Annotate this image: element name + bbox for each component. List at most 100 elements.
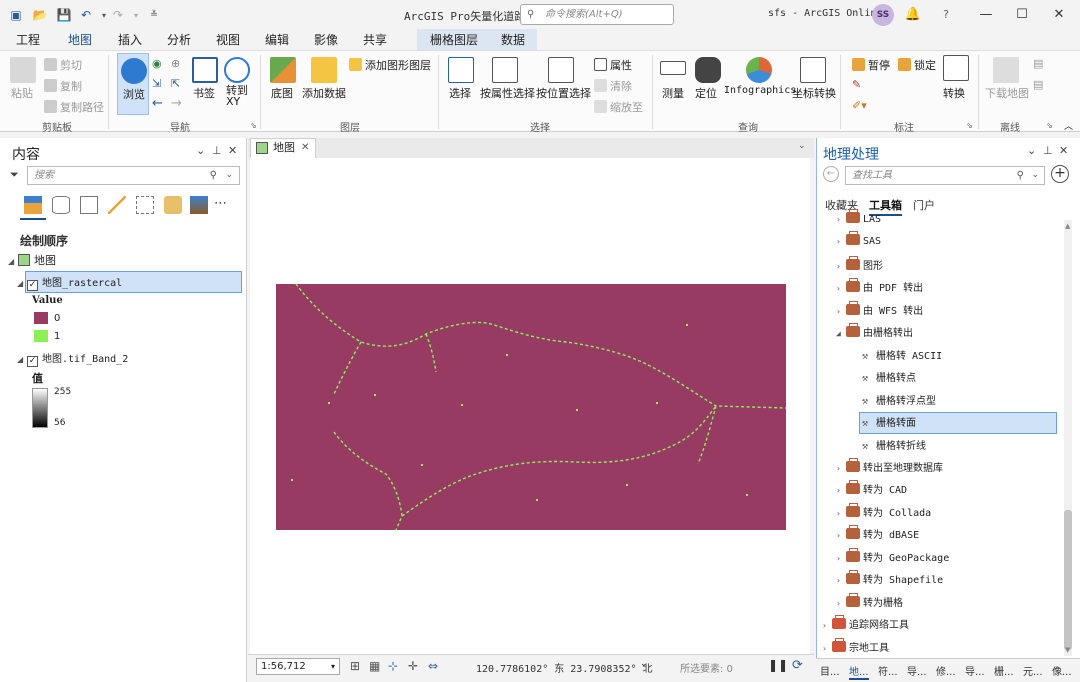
expand-icon[interactable]: › (836, 307, 846, 316)
rotate-icon[interactable]: ✛ (408, 659, 418, 673)
map-node[interactable]: ◢ 地图 (8, 252, 56, 272)
expand-icon[interactable]: › (822, 621, 832, 630)
list-by-perspective-icon[interactable] (190, 196, 208, 214)
close-pane-icon[interactable]: ✕ (228, 144, 237, 157)
layer-rastercal-row[interactable]: ◢ ✓ 地图_rastercal (17, 274, 122, 294)
explore-button[interactable]: 浏览 (117, 53, 149, 115)
tab-toolboxes[interactable]: 工具箱 (869, 197, 902, 216)
customize-quick-access-icon[interactable]: ≚ (146, 7, 162, 23)
pane-tab[interactable]: 栅... (994, 663, 1014, 678)
expand-icon[interactable]: › (836, 486, 846, 495)
locate-button[interactable]: 定位 (695, 85, 717, 101)
map-view-tab[interactable]: 地图 ✕ (250, 138, 316, 158)
pane-options-icon[interactable]: ⌄ (196, 144, 205, 157)
tab-portal[interactable]: 门户 (913, 197, 935, 213)
tab-project[interactable]: 工程 (16, 31, 40, 48)
expand-icon[interactable]: › (836, 531, 846, 540)
full-extent-icon[interactable]: ◉ (152, 57, 162, 70)
toolset-item[interactable]: › 由 WFS 转出 (836, 301, 923, 322)
close-tab-icon[interactable]: ✕ (301, 139, 309, 157)
toolset-item[interactable]: › LAS (836, 209, 881, 232)
contents-search-input[interactable]: 搜索 ⚲ ⌄ (27, 166, 240, 185)
toolset-item[interactable]: › 图形 (836, 256, 883, 277)
clear-selection-button[interactable]: 清除 (594, 78, 632, 94)
layer-visibility-checkbox[interactable]: ✓ (27, 356, 38, 367)
redo-dropdown-icon[interactable]: ▾ (128, 7, 144, 23)
tab-map[interactable]: 地图 (68, 31, 93, 52)
labeling-launcher-icon[interactable]: ⇘ (966, 121, 973, 130)
back-icon[interactable]: ← (823, 166, 839, 182)
scroll-down-icon[interactable]: ▼ (1065, 646, 1070, 654)
raster-layer-display[interactable] (276, 284, 786, 530)
zoom-in-icon[interactable]: ⇲ (152, 77, 161, 90)
toolbox-scrollbar[interactable] (1064, 220, 1072, 656)
scrollbar-thumb[interactable] (1064, 510, 1072, 650)
nav-constraint-icon[interactable]: ⇔ (428, 659, 438, 673)
minimize-icon[interactable]: — (976, 5, 996, 25)
measure-button[interactable]: 测量 (662, 85, 684, 101)
maximize-icon[interactable]: ☐ (1012, 5, 1032, 25)
pause-labels-button[interactable]: 暂停 (852, 57, 890, 73)
list-by-editing-icon[interactable] (108, 196, 126, 214)
remove-offline-icon[interactable]: ▤ (1033, 78, 1043, 91)
pane-tab[interactable]: 修... (936, 663, 956, 678)
paste-button[interactable]: 粘贴 (11, 85, 33, 101)
tab-imagery[interactable]: 影像 (314, 31, 338, 48)
toolset-item[interactable]: › SAS (836, 231, 881, 254)
convert-labels-button[interactable]: 转换 (943, 85, 965, 101)
tool-item[interactable]: ⚒ 栅格转 ASCII (862, 347, 942, 367)
toolset-item[interactable]: › 转为栅格 (836, 593, 903, 614)
select-by-attributes-button[interactable]: 按属性选择 (480, 85, 535, 101)
toolset-item[interactable]: › 转为 dBASE (836, 525, 919, 546)
zoom-out-icon[interactable]: ⇱ (171, 77, 180, 90)
toolset-item[interactable]: › 转为 CAD (836, 480, 907, 501)
collapse-icon[interactable]: ◢ (836, 329, 846, 338)
tab-view[interactable]: 视图 (216, 31, 240, 48)
toolset-item[interactable]: › 转为 Collada (836, 503, 931, 524)
tab-raster-layer[interactable]: 栅格图层 (430, 31, 478, 48)
scroll-up-icon[interactable]: ▲ (1065, 222, 1070, 230)
pane-tab[interactable]: 目... (820, 663, 840, 678)
help-button[interactable]: ? (936, 5, 956, 25)
basemap-button[interactable]: 底图 (271, 85, 293, 101)
collapse-icon[interactable]: ◢ (17, 279, 27, 288)
toolset-item[interactable]: › 转为 GeoPackage (836, 548, 949, 569)
expand-icon[interactable]: › (836, 599, 846, 608)
close-icon[interactable]: ✕ (1049, 5, 1069, 25)
toolset-item[interactable]: ◢ 由栅格转出 (836, 323, 913, 344)
snapping-icon[interactable]: ⊹ (388, 659, 398, 673)
sync-icon[interactable]: ▤ (1033, 57, 1043, 70)
next-extent-icon[interactable]: → (171, 96, 182, 111)
table-icon[interactable]: ▦ (369, 659, 380, 673)
add-icon[interactable]: + (1051, 165, 1069, 183)
zoom-to-selection-button[interactable]: 缩放至 (594, 99, 643, 115)
navigate-launcher-icon[interactable]: ⇘ (250, 121, 257, 130)
refresh-icon[interactable]: ⟳ (792, 658, 803, 673)
open-icon[interactable]: 📂 (32, 7, 48, 23)
attributes-button[interactable]: 属性 (594, 57, 632, 73)
stretch-color-ramp[interactable] (32, 388, 48, 428)
expand-icon[interactable]: › (836, 237, 846, 246)
expand-icon[interactable]: › (836, 284, 846, 293)
bookmarks-button[interactable]: 书签 (193, 85, 215, 101)
toolbox-item[interactable]: › 宗地工具 (822, 638, 889, 659)
toolset-item[interactable]: › 转出至地理数据库 (836, 458, 943, 479)
redo-icon[interactable]: ↷ (110, 7, 126, 23)
select-button[interactable]: 选择 (449, 85, 471, 101)
cut-button[interactable]: 剪切 (44, 57, 82, 73)
tab-list-icon[interactable]: ⌄ (798, 141, 806, 151)
tab-insert[interactable]: 插入 (118, 31, 142, 48)
pane-tab[interactable]: 地... (849, 663, 869, 680)
legend-swatch-1[interactable] (34, 330, 48, 342)
tab-share[interactable]: 共享 (363, 31, 387, 48)
list-by-labeling-icon[interactable] (164, 196, 182, 214)
tab-analysis[interactable]: 分析 (167, 31, 191, 48)
copy-path-button[interactable]: 复制路径 (44, 99, 104, 115)
save-icon[interactable]: 💾 (56, 7, 72, 23)
avatar[interactable]: SS (872, 4, 894, 26)
select-by-location-button[interactable]: 按位置选择 (536, 85, 591, 101)
legend-swatch-0[interactable] (34, 312, 48, 324)
list-by-source-icon[interactable] (52, 196, 70, 214)
toolbox-item[interactable]: › 追踪网络工具 (822, 615, 909, 636)
pane-tab[interactable]: 元... (1023, 663, 1043, 678)
